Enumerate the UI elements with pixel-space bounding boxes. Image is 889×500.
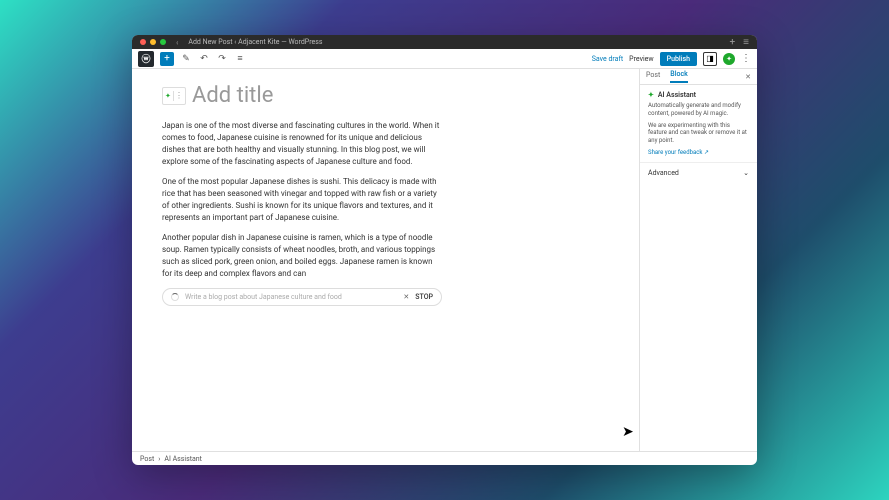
loading-spinner-icon (171, 293, 179, 301)
maximize-window-button[interactable] (160, 39, 166, 45)
sparkle-icon: ✦ (648, 91, 654, 99)
titlebar: ‹ Add New Post ‹ Adjacent Kite — WordPre… (132, 35, 757, 49)
paragraph-block[interactable]: Another popular dish in Japanese cuisine… (162, 232, 442, 280)
ai-prompt-bar[interactable]: Write a blog post about Japanese culture… (162, 288, 442, 306)
close-sidebar-icon[interactable]: ✕ (745, 73, 751, 81)
breadcrumb-separator: › (158, 455, 160, 463)
wordpress-logo-icon[interactable]: ⓦ (138, 51, 154, 67)
tab-block[interactable]: Block (670, 70, 687, 83)
details-icon[interactable]: ≡ (234, 53, 246, 65)
settings-sidebar: Post Block ✕ ✦ AI Assistant Automaticall… (639, 69, 757, 451)
save-draft-button[interactable]: Save draft (592, 55, 623, 63)
titlebar-plus-icon[interactable]: + (729, 37, 735, 48)
block-options-icon[interactable]: ⋮ (175, 91, 183, 100)
ai-block-toolbar[interactable]: ✦ ⋮ (162, 87, 186, 105)
window-title: Add New Post ‹ Adjacent Kite — WordPress (188, 38, 322, 46)
back-icon[interactable]: ‹ (176, 38, 178, 47)
editor-toolbar: ⓦ + ✎ ↶ ↷ ≡ Save draft Preview Publish ◨… (132, 49, 757, 69)
advanced-label: Advanced (648, 169, 679, 177)
advanced-panel-toggle[interactable]: Advanced ⌄ (640, 163, 757, 183)
title-row: ✦ ⋮ Add title (162, 83, 609, 108)
sidebar-tabs: Post Block ✕ (640, 69, 757, 85)
paragraph-block[interactable]: One of the most popular Japanese dishes … (162, 176, 442, 224)
feedback-link[interactable]: Share your feedback ↗ (648, 149, 749, 156)
body-area: ✦ ⋮ Add title Japan is one of the most d… (132, 69, 757, 451)
panel-description: Automatically generate and modify conten… (648, 102, 749, 118)
preview-button[interactable]: Preview (629, 55, 653, 63)
jetpack-icon[interactable]: ✦ (723, 53, 735, 65)
breadcrumb-item[interactable]: AI Assistant (164, 455, 202, 463)
stop-x-icon[interactable]: ✕ (403, 293, 409, 301)
stop-button[interactable]: STOP (415, 293, 433, 301)
close-window-button[interactable] (140, 39, 146, 45)
minimize-window-button[interactable] (150, 39, 156, 45)
breadcrumb-footer: Post › AI Assistant (132, 451, 757, 465)
ai-assistant-panel: ✦ AI Assistant Automatically generate an… (640, 85, 757, 163)
publish-button[interactable]: Publish (660, 52, 697, 66)
editor-canvas[interactable]: ✦ ⋮ Add title Japan is one of the most d… (132, 69, 639, 451)
panel-title: AI Assistant (658, 91, 696, 99)
sidebar-toggle-button[interactable]: ◨ (703, 52, 717, 66)
tab-post[interactable]: Post (646, 71, 660, 82)
redo-icon[interactable]: ↷ (216, 53, 228, 65)
titlebar-menu-icon[interactable]: ≡ (743, 37, 749, 48)
post-title-input[interactable]: Add title (192, 83, 273, 108)
add-block-button[interactable]: + (160, 52, 174, 66)
paragraph-block[interactable]: Japan is one of the most diverse and fas… (162, 120, 442, 168)
more-options-icon[interactable]: ⋮ (741, 53, 751, 64)
panel-note: We are experimenting with this feature a… (648, 122, 749, 145)
undo-icon[interactable]: ↶ (198, 53, 210, 65)
app-window: ‹ Add New Post ‹ Adjacent Kite — WordPre… (132, 35, 757, 465)
chevron-down-icon: ⌄ (743, 169, 749, 177)
ai-prompt-text: Write a blog post about Japanese culture… (185, 293, 397, 301)
breadcrumb-item[interactable]: Post (140, 455, 154, 463)
sparkle-icon: ✦ (165, 92, 171, 100)
edit-icon[interactable]: ✎ (180, 53, 192, 65)
